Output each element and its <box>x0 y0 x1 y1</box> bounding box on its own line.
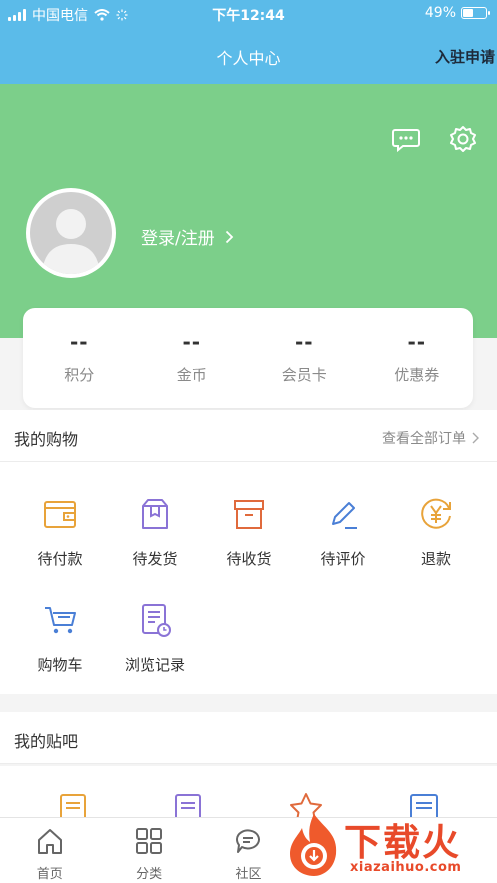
orders-section-header: 我的购物 查看全部订单 <box>0 410 497 462</box>
watermark: 下载火 xiazaihuo.com <box>282 810 487 880</box>
flame-logo-icon <box>290 814 337 876</box>
profile-header: 登录/注册 <box>0 84 497 338</box>
cart-icon <box>45 607 76 634</box>
section-title: 我的贴吧 <box>14 732 79 751</box>
shopping-cart[interactable]: 购物车 <box>10 600 110 675</box>
watermark-brand: 下载火 <box>344 821 461 864</box>
stat-label: 积分 <box>64 366 95 384</box>
view-all-label: 查看全部订单 <box>382 431 466 447</box>
forum-section-header: 我的贴吧 <box>0 712 497 764</box>
page-title: 个人中心 <box>216 49 281 68</box>
box-icon <box>234 500 264 529</box>
order-label: 待付款 <box>37 550 83 568</box>
profile-screen: 中国电信 下午12:44 49% 个人中心 入驻申请 登录/注册 -- 积分 -… <box>0 0 497 883</box>
tab-label: 首页 <box>36 867 63 882</box>
watermark-site: xiazaihuo.com <box>350 860 462 875</box>
section-title: 我的购物 <box>14 430 79 449</box>
order-label: 购物车 <box>37 656 83 674</box>
pen-icon <box>332 502 357 529</box>
clock: 下午12:44 <box>212 8 285 24</box>
wallet-icon <box>44 501 76 528</box>
settings-icon[interactable] <box>448 124 478 154</box>
stat-value: -- <box>182 330 202 354</box>
yen-refund-icon <box>421 498 451 529</box>
stat-label: 金币 <box>176 366 207 384</box>
login-register-link[interactable]: 登录/注册 <box>141 224 234 249</box>
order-pending-shipment[interactable]: 待发货 <box>105 494 205 569</box>
order-refund[interactable]: 退款 <box>386 494 486 569</box>
stat-label: 优惠券 <box>394 366 440 384</box>
chat-icon <box>236 829 261 853</box>
tab-home[interactable]: 首页 <box>0 818 99 883</box>
orders-grid: 待付款 待发货 待收货 待评价 退款 购物车 浏览记录 <box>0 462 497 694</box>
grid-icon <box>136 828 163 854</box>
order-label: 浏览记录 <box>124 656 185 674</box>
chevron-right-icon <box>472 432 479 444</box>
top-bar: 中国电信 下午12:44 49% 个人中心 入驻申请 <box>0 0 497 84</box>
view-all-orders-link[interactable]: 查看全部订单 <box>382 428 479 448</box>
order-pending-review[interactable]: 待评价 <box>293 494 393 569</box>
stat-value: -- <box>294 330 314 354</box>
history-icon <box>142 604 171 637</box>
tab-label: 分类 <box>136 867 163 882</box>
stat-member-card[interactable]: -- 会员卡 <box>248 308 361 408</box>
stat-value: -- <box>407 330 427 354</box>
stat-coins[interactable]: -- 金币 <box>136 308 249 408</box>
stats-card: -- 积分 -- 金币 -- 会员卡 -- 优惠券 <box>23 308 473 408</box>
order-pending-payment[interactable]: 待付款 <box>10 494 110 569</box>
stat-coupons[interactable]: -- 优惠券 <box>361 308 474 408</box>
order-label: 待发货 <box>132 550 178 568</box>
status-bar: 中国电信 下午12:44 49% <box>0 0 497 28</box>
stat-points[interactable]: -- 积分 <box>23 308 136 408</box>
tab-category[interactable]: 分类 <box>99 818 198 883</box>
order-label: 待评价 <box>320 550 366 568</box>
stat-value: -- <box>69 330 89 354</box>
avatar[interactable] <box>26 188 116 278</box>
order-label: 待收货 <box>226 550 272 568</box>
order-label: 退款 <box>420 550 451 568</box>
login-register-label: 登录/注册 <box>141 229 215 249</box>
battery-icon <box>461 7 490 19</box>
chevron-right-icon <box>225 230 234 243</box>
home-icon <box>37 829 62 854</box>
browse-history[interactable]: 浏览记录 <box>105 600 205 675</box>
apply-entry-button[interactable]: 入驻申请 <box>435 46 495 67</box>
default-avatar-icon <box>42 209 100 274</box>
package-icon <box>142 499 168 529</box>
message-icon[interactable] <box>391 124 421 154</box>
stat-label: 会员卡 <box>281 366 327 384</box>
order-pending-receipt[interactable]: 待收货 <box>199 494 299 569</box>
battery-percent: 49% <box>424 5 456 21</box>
